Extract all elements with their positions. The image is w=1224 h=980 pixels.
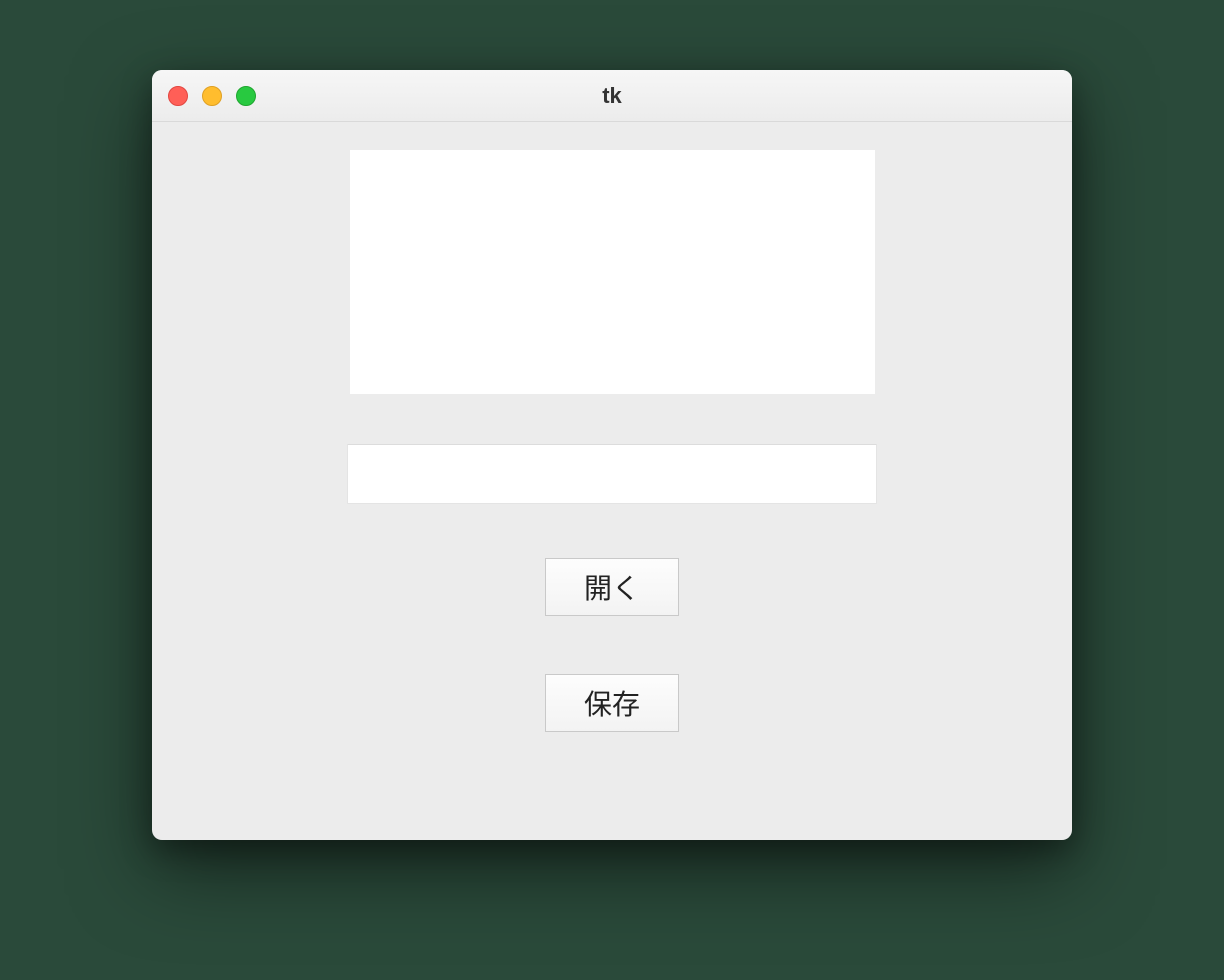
app-window: tk 開く 保存 <box>152 70 1072 840</box>
text-entry[interactable] <box>348 445 876 503</box>
maximize-window-button[interactable] <box>236 86 256 106</box>
save-button[interactable]: 保存 <box>545 674 679 732</box>
open-button[interactable]: 開く <box>545 558 679 616</box>
client-area: 開く 保存 <box>152 122 1072 840</box>
close-window-button[interactable] <box>168 86 188 106</box>
entry-container <box>347 444 877 504</box>
window-controls <box>168 86 256 106</box>
minimize-window-button[interactable] <box>202 86 222 106</box>
titlebar: tk <box>152 70 1072 122</box>
window-title: tk <box>152 83 1072 109</box>
text-area[interactable] <box>350 150 875 394</box>
